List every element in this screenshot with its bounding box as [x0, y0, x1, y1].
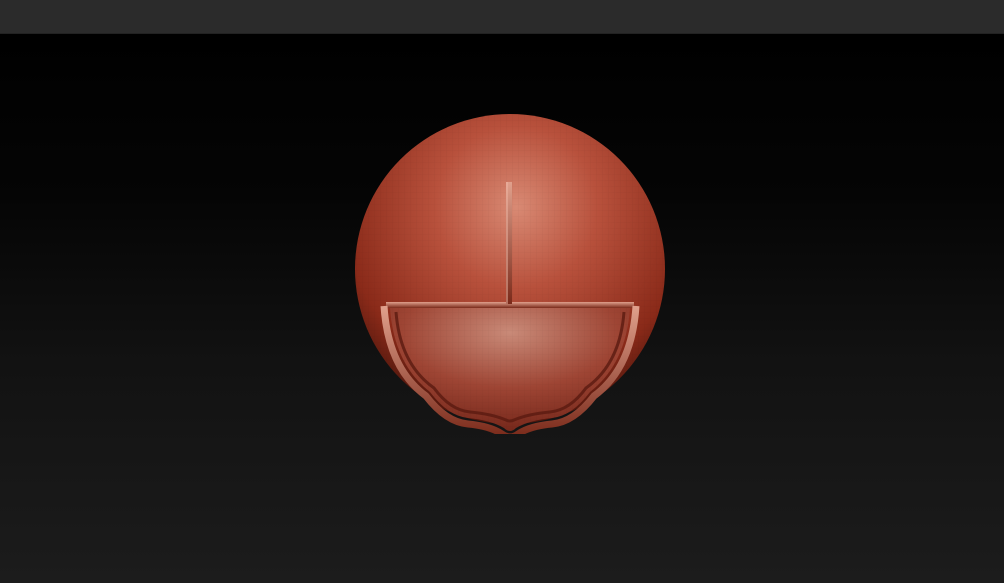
sculpted-sphere-model[interactable] — [350, 114, 670, 434]
sculpt-app-window — [0, 0, 1004, 583]
3d-viewport[interactable] — [0, 34, 1004, 583]
top-toolbar[interactable] — [0, 0, 1004, 34]
sculpted-sphere-icon — [355, 114, 665, 434]
